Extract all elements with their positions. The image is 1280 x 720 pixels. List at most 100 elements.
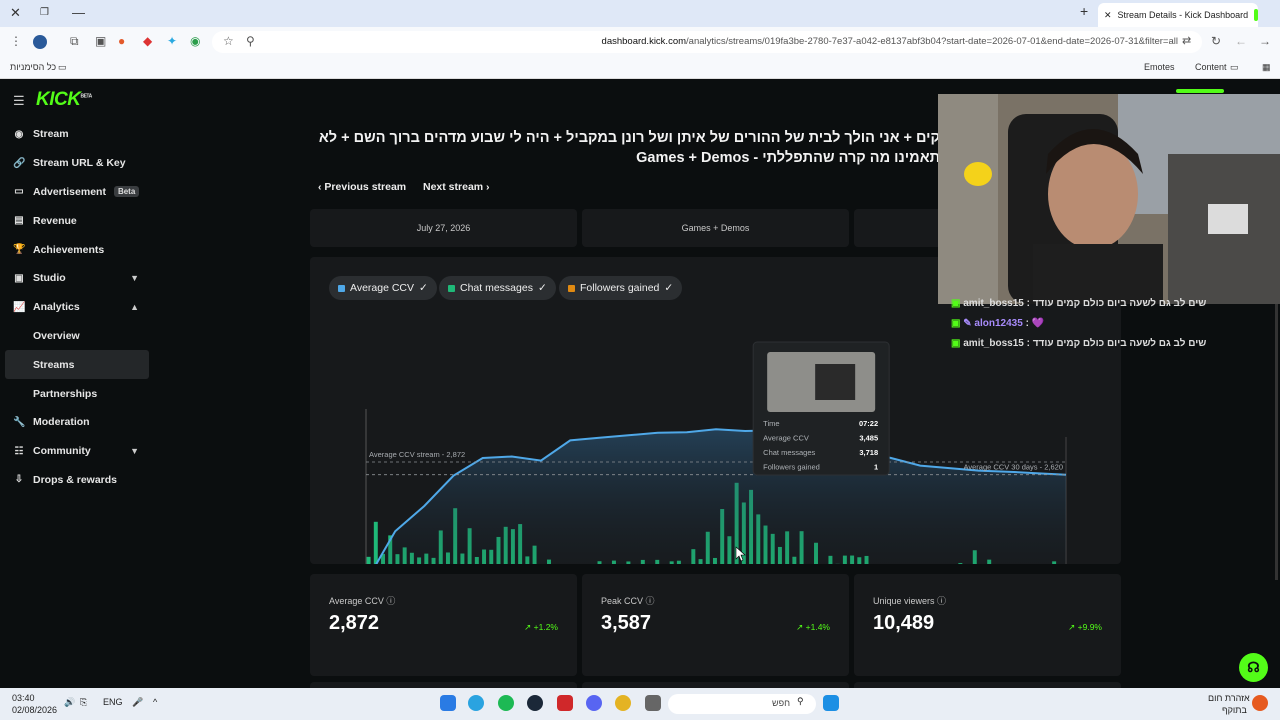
pencil-badge-icon: ✎ (963, 318, 975, 329)
discord-icon[interactable] (586, 695, 602, 711)
chat-message: ▣ amit_boss15 : שים לב גם לשעה ביום כולם… (951, 338, 1206, 349)
tooltip-label: Average CCV (763, 434, 809, 443)
extension-fire-icon[interactable]: ● (118, 34, 125, 48)
stream-date: July 27, 2026 (310, 209, 577, 247)
webcam-image (938, 94, 1280, 304)
ad-icon: ▭ (14, 186, 24, 198)
bookmark-emotes[interactable]: Emotes (1144, 62, 1175, 72)
minimize-window-icon[interactable]: — (72, 5, 85, 20)
windows-start-icon[interactable] (823, 695, 839, 711)
chat-username[interactable]: amit_boss15 (963, 298, 1024, 309)
tooltip-label: Followers gained (763, 463, 820, 472)
header-button-partial[interactable] (1176, 89, 1224, 93)
reference-label: Average CCV stream - 2,872 (369, 450, 465, 459)
browser-tab[interactable]: ✕ Stream Details - Kick Dashboard (1098, 3, 1258, 27)
weather-icon[interactable] (1252, 695, 1268, 711)
apps-grid-icon[interactable]: ▦ (1262, 62, 1271, 73)
clock-date[interactable]: 02/08/2026 (12, 705, 57, 715)
tab-search-icon[interactable]: ▣ (95, 34, 106, 48)
chevron-up-icon[interactable]: ^ (153, 697, 157, 707)
spotify-icon[interactable] (498, 695, 514, 711)
sidebar-item-stream-url-key[interactable]: 🔗 Stream URL & Key (5, 149, 149, 178)
previous-stream-link[interactable]: ‹ Previous stream (318, 181, 406, 193)
info-icon[interactable]: ⓘ (386, 596, 395, 606)
hamburger-menu-icon[interactable]: ☰ (13, 93, 25, 109)
clock-time[interactable]: 03:40 (12, 693, 35, 703)
next-stream-link[interactable]: Next stream › (423, 181, 490, 193)
taskbar-search[interactable]: חפש (668, 694, 816, 714)
extensions-icon[interactable]: ⧉ (70, 34, 79, 49)
sidebar-item-partnerships[interactable]: Partnerships (5, 379, 149, 408)
studio-icon: ▣ (14, 272, 24, 284)
kick-badge-icon: ▣ (951, 298, 964, 309)
new-tab-icon[interactable]: + (1080, 3, 1088, 19)
kick-badge-icon: ▣ (951, 338, 964, 349)
chevron-down-icon: ▼ (130, 273, 139, 284)
forward-icon[interactable]: ← (1235, 34, 1247, 48)
kick-favicon (1254, 9, 1258, 21)
address-bar[interactable]: dashboard.kick.com/analytics/streams/019… (212, 31, 1202, 53)
reload-icon[interactable]: ↻ (1211, 34, 1221, 48)
sidebar-item-moderation[interactable]: 🔧 Moderation (5, 408, 149, 437)
site-info-icon[interactable]: ⚲ (246, 34, 255, 48)
kick-logo[interactable]: KICKBETA (36, 89, 92, 111)
drops-icon: ⇩ (14, 474, 24, 486)
extension-shield-icon[interactable]: ◆ (143, 34, 152, 48)
stat-change: +9.9% (1077, 622, 1102, 632)
volume-icon[interactable]: 🔊 (64, 697, 75, 708)
file-icon[interactable] (645, 695, 661, 711)
sidebar-item-drops-rewards[interactable]: ⇩ Drops & rewards (5, 466, 149, 495)
chat-username[interactable]: amit_boss15 (963, 338, 1024, 349)
network-icon[interactable]: ⎘ (80, 697, 87, 708)
scrollbar[interactable] (1275, 280, 1278, 580)
close-window-icon[interactable]: ✕ (10, 5, 21, 21)
telegram-icon[interactable] (468, 695, 484, 711)
stat-peak-ccv: Peak CCV ⓘ 3,587 ↗ +1.4% (582, 574, 849, 676)
chevron-up-icon: ▲ (130, 302, 139, 313)
profile-icon[interactable] (33, 35, 47, 49)
microphone-icon[interactable]: 🎤 (132, 697, 143, 708)
close-tab-icon[interactable]: ✕ (1104, 10, 1112, 21)
sidebar-item-studio[interactable]: ▣ Studio ▼ (5, 264, 149, 293)
apps-grid-icon[interactable] (440, 695, 456, 711)
sidebar-item-stream[interactable]: ◉ Stream (5, 120, 149, 149)
sidebar-item-analytics[interactable]: 📈 Analytics ▲ (5, 293, 149, 322)
stream-title: קים + אני הולך לבית של ההורים של איתן וש… (318, 130, 940, 166)
chrome-icon[interactable] (615, 695, 631, 711)
support-chat-icon[interactable]: ☊ (1239, 653, 1268, 682)
wrench-icon: 🔧 (13, 416, 26, 428)
chat-message: ▣ ✎ alon12435 : 💜 (951, 318, 1044, 329)
all-bookmarks[interactable]: כל הסימניות (10, 62, 56, 72)
sidebar-item-achievements[interactable]: 🏆 Achievements (5, 235, 149, 264)
stat-change: +1.2% (533, 622, 558, 632)
info-icon[interactable]: ⓘ (937, 596, 946, 606)
bookmark-star-icon[interactable]: ☆ (223, 34, 234, 48)
browser-toolbar: ⋮ ⧉ ▣ ● ◆ ✦ ◉ dashboard.kick.com/analyti… (0, 27, 1280, 57)
app-icon[interactable] (557, 695, 573, 711)
language-indicator[interactable]: ENG (103, 697, 123, 707)
sidebar-item-overview[interactable]: Overview (5, 322, 149, 351)
sidebar-nav: ◉ Stream 🔗 Stream URL & Key ▭ Advertisement… (5, 120, 149, 494)
weather-alert-line2[interactable]: בתוקף (1222, 705, 1247, 715)
bookmark-content[interactable]: Content (1195, 62, 1227, 72)
steam-icon[interactable] (527, 695, 543, 711)
tooltip-value: 3,718 (859, 448, 878, 457)
sidebar-item-advertisement[interactable]: ▭ Advertisement Beta (5, 178, 149, 207)
back-icon[interactable]: → (1259, 34, 1271, 48)
restore-window-icon[interactable]: ❐ (40, 7, 49, 18)
extension-g-icon[interactable]: ◉ (190, 34, 200, 48)
chat-username[interactable]: alon12435 (974, 318, 1022, 329)
site-settings-icon[interactable]: ⇄ (1182, 34, 1191, 47)
extension-translate-icon[interactable]: ✦ (167, 34, 177, 48)
tooltip-label: Time (763, 419, 779, 428)
trophy-icon: 🏆 (13, 244, 26, 256)
sidebar-item-community[interactable]: ☷ Community ▼ (5, 437, 149, 466)
menu-dots-icon[interactable]: ⋮ (10, 34, 22, 48)
chat-text: : שים לב גם לשעה ביום כולם קמים עודד (1026, 298, 1207, 309)
weather-alert-line1[interactable]: אזהרת חום (1208, 693, 1250, 703)
sidebar-item-revenue[interactable]: ▤ Revenue (5, 206, 149, 235)
stat-label: Unique viewers (873, 596, 935, 606)
sidebar-item-streams[interactable]: Streams (5, 350, 149, 380)
info-icon[interactable]: ⓘ (646, 596, 655, 606)
chat-bar (366, 556, 371, 564)
